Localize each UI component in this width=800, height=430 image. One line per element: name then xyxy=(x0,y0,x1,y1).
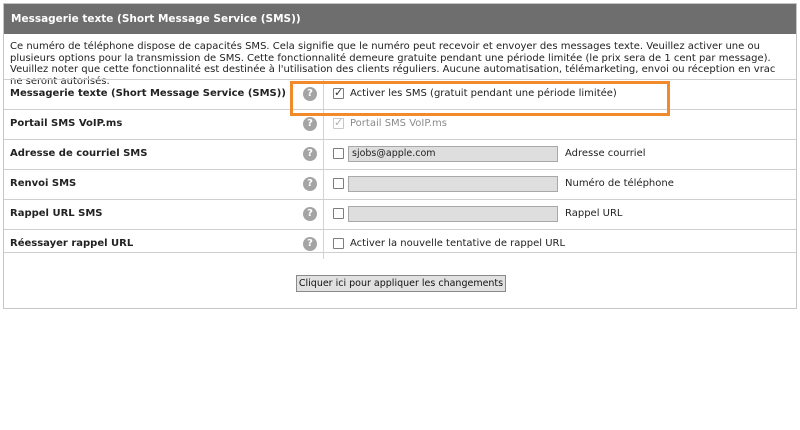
column-divider xyxy=(323,200,324,229)
sms-email-checkbox[interactable] xyxy=(333,148,344,159)
row-label: Rappel URL SMS xyxy=(10,208,103,219)
row-label: Messagerie texte (Short Message Service … xyxy=(10,88,286,99)
action-bar: Cliquer ici pour appliquer les changemen… xyxy=(4,252,796,309)
highlight-annotation xyxy=(290,81,670,116)
help-icon[interactable]: ? xyxy=(303,117,317,131)
help-icon[interactable]: ? xyxy=(303,237,317,251)
panel-description: Ce numéro de téléphone dispose de capaci… xyxy=(10,41,776,87)
help-icon[interactable]: ? xyxy=(303,207,317,221)
row-sms-email: Adresse de courriel SMS ? sjobs@apple.co… xyxy=(4,139,796,169)
help-icon[interactable]: ? xyxy=(303,177,317,191)
sms-url-callback-input[interactable] xyxy=(348,206,558,222)
row-label: Portail SMS VoIP.ms xyxy=(10,118,123,129)
column-divider xyxy=(323,170,324,199)
sms-settings-panel: Messagerie texte (Short Message Service … xyxy=(3,3,797,309)
help-icon[interactable]: ? xyxy=(303,147,317,161)
url-callback-retry-checkbox[interactable] xyxy=(333,238,344,249)
sms-url-callback-checkbox[interactable] xyxy=(333,208,344,219)
sms-forward-checkbox[interactable] xyxy=(333,178,344,189)
sms-forward-input[interactable] xyxy=(348,176,558,192)
panel-title: Messagerie texte (Short Message Service … xyxy=(4,4,796,34)
row-sms-url-callback: Rappel URL SMS ? Rappel URL xyxy=(4,199,796,229)
sms-forward-caption: Numéro de téléphone xyxy=(565,178,674,189)
sms-portal-checkbox xyxy=(333,116,344,129)
apply-changes-button[interactable]: Cliquer ici pour appliquer les changemen… xyxy=(296,275,506,292)
row-label: Renvoi SMS xyxy=(10,178,77,189)
sms-email-input[interactable]: sjobs@apple.com xyxy=(348,146,558,162)
sms-email-caption: Adresse courriel xyxy=(565,148,646,159)
row-sms-forward: Renvoi SMS ? Numéro de téléphone xyxy=(4,169,796,199)
sms-url-callback-caption: Rappel URL xyxy=(565,208,623,219)
row-label: Adresse de courriel SMS xyxy=(10,148,148,159)
column-divider xyxy=(323,140,324,169)
